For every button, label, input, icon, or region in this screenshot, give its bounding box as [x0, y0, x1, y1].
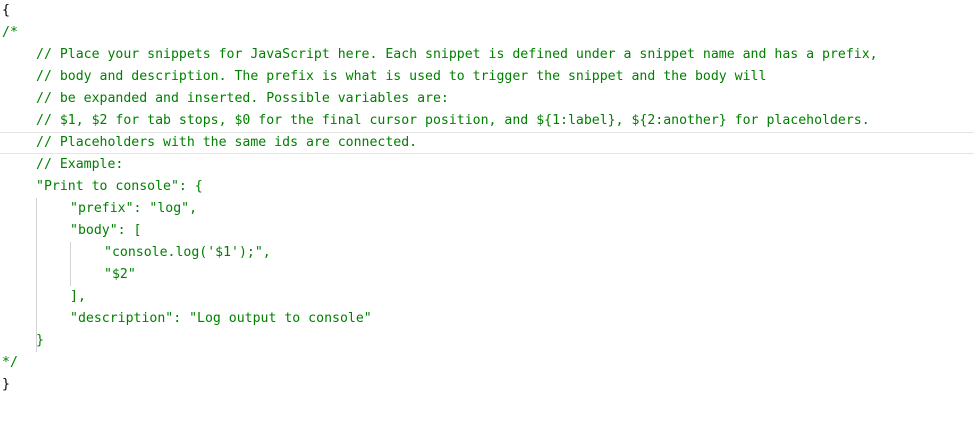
- code-text: // body and description. The prefix is w…: [36, 69, 767, 84]
- code-text: {: [2, 3, 10, 18]
- code-line: "console.log('$1');",: [0, 242, 974, 264]
- code-line: /*: [0, 22, 974, 44]
- code-text: // Example:: [36, 157, 124, 172]
- code-text: "Print to console": {: [36, 179, 203, 194]
- code-line: {: [0, 0, 974, 22]
- code-text: "body": [: [70, 223, 142, 238]
- code-text: /*: [2, 25, 18, 40]
- code-text: // $1, $2 for tab stops, $0 for the fina…: [36, 113, 870, 128]
- code-line: // $1, $2 for tab stops, $0 for the fina…: [0, 110, 974, 132]
- code-text: "description": "Log output to console": [70, 311, 372, 326]
- code-text: */: [2, 355, 18, 370]
- code-text: "console.log('$1');",: [104, 245, 271, 260]
- code-line: }: [0, 374, 974, 396]
- code-line: // body and description. The prefix is w…: [0, 66, 974, 88]
- code-text: // Place your snippets for JavaScript he…: [36, 47, 878, 62]
- code-line: "$2": [0, 264, 974, 286]
- code-text: }: [36, 333, 44, 348]
- code-line: // Example:: [0, 154, 974, 176]
- code-line: "description": "Log output to console": [0, 308, 974, 330]
- code-line: "Print to console": {: [0, 176, 974, 198]
- code-text: // Placeholders with the same ids are co…: [36, 135, 418, 150]
- code-line: "body": [: [0, 220, 974, 242]
- code-editor[interactable]: { /* // Place your snippets for JavaScri…: [0, 0, 974, 400]
- code-text: // be expanded and inserted. Possible va…: [36, 91, 449, 106]
- code-line: }: [0, 330, 974, 352]
- code-text: "prefix": "log",: [70, 201, 198, 216]
- code-text: "$2": [104, 267, 136, 282]
- code-line: // Place your snippets for JavaScript he…: [0, 44, 974, 66]
- code-text: ],: [70, 289, 86, 304]
- code-line: ],: [0, 286, 974, 308]
- current-line: // Placeholders with the same ids are co…: [0, 132, 974, 154]
- code-text: }: [2, 377, 10, 392]
- code-line: */: [0, 352, 974, 374]
- code-line: // be expanded and inserted. Possible va…: [0, 88, 974, 110]
- code-line: "prefix": "log",: [0, 198, 974, 220]
